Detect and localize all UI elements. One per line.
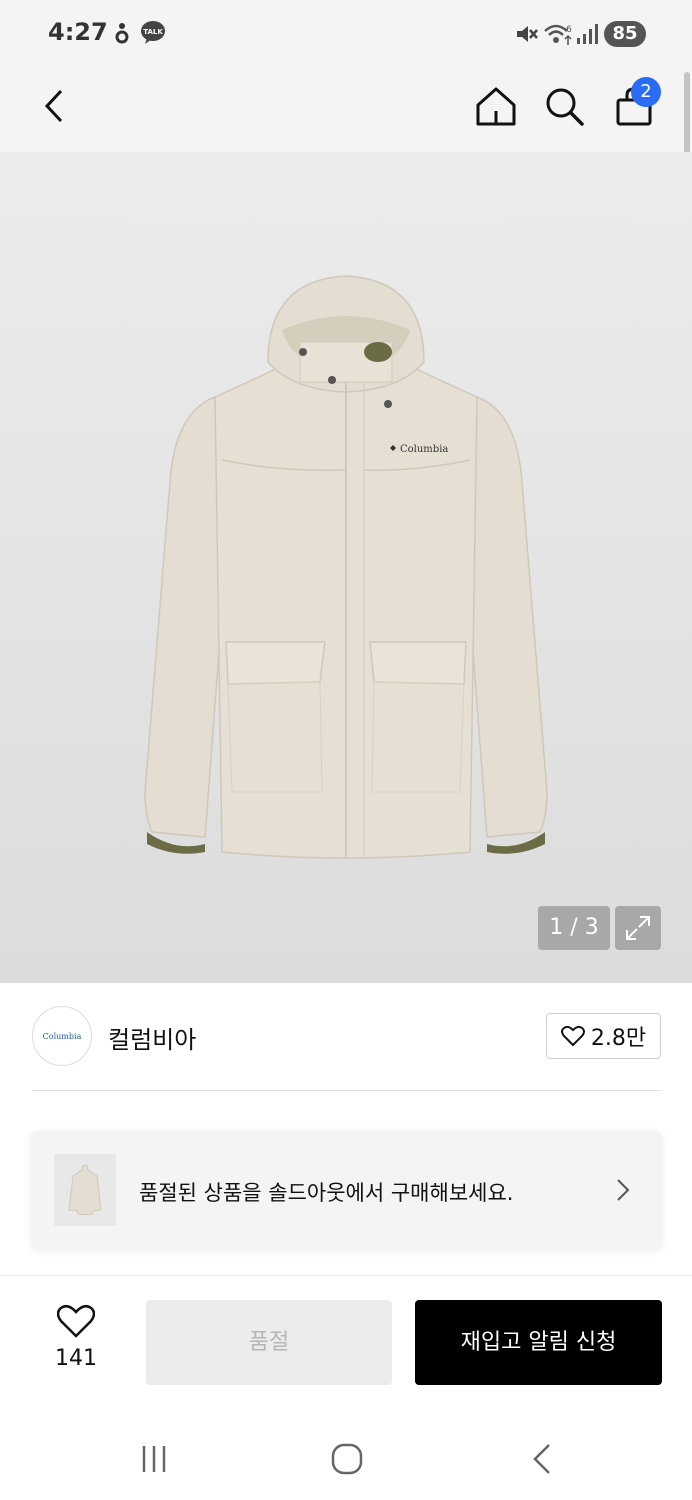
wishlist-button[interactable]: 141	[46, 1304, 106, 1371]
cart-count-badge: 2	[631, 77, 661, 107]
brand-name[interactable]: 컬럼비아	[108, 1020, 196, 1055]
kakaotalk-icon: TALK	[140, 20, 166, 50]
soldout-button: 품절	[146, 1300, 392, 1385]
expand-button[interactable]	[615, 906, 661, 950]
jacket-image: Columbia	[144, 275, 548, 859]
signal-icon	[576, 22, 598, 50]
battery-icon: 85	[604, 21, 646, 47]
scrollbar[interactable]	[684, 72, 690, 154]
back-nav-button[interactable]	[522, 1439, 562, 1479]
status-time: 4:27	[48, 18, 108, 46]
back-icon	[44, 89, 63, 123]
home-icon	[476, 87, 516, 126]
home-button[interactable]	[470, 80, 522, 132]
heart-icon	[56, 1304, 96, 1338]
notification-icon	[114, 20, 130, 50]
recent-apps-button[interactable]	[134, 1439, 174, 1479]
search-button[interactable]	[538, 80, 590, 132]
home-nav-button[interactable]	[327, 1439, 367, 1479]
home-circle-icon	[331, 1443, 363, 1475]
mute-icon	[514, 22, 538, 50]
divider	[32, 1090, 662, 1091]
search-icon	[546, 88, 584, 126]
jacket-logo: Columbia	[400, 444, 448, 455]
soldout-banner[interactable]: 품절된 상품을 솔드아웃에서 구매해보세요.	[31, 1131, 662, 1249]
svg-text:TALK: TALK	[143, 28, 163, 36]
svg-text:6: 6	[566, 25, 572, 35]
back-button[interactable]	[28, 80, 80, 132]
brand-like-count: 2.8만	[590, 1026, 647, 1051]
recent-apps-icon	[142, 1446, 166, 1472]
brand-logo-text: Columbia	[42, 1031, 82, 1041]
app-bar	[0, 68, 692, 152]
chevron-right-icon	[615, 1177, 631, 1207]
banner-thumbnail	[54, 1154, 116, 1226]
system-nav-bar	[0, 1415, 692, 1500]
image-counter: 1 / 3	[538, 906, 610, 950]
status-bar: 4:27 TALK 6 85	[0, 0, 692, 68]
banner-text: 품절된 상품을 솔드아웃에서 구매해보세요.	[139, 1181, 514, 1205]
heart-icon	[560, 1025, 585, 1047]
wishlist-count: 141	[55, 1346, 97, 1371]
back-icon	[533, 1444, 550, 1474]
product-image[interactable]: Columbia	[0, 152, 692, 983]
brand-like-button[interactable]: 2.8만	[546, 1013, 661, 1059]
restock-alert-button[interactable]: 재입고 알림 신청	[415, 1300, 662, 1385]
wifi-icon: 6	[543, 22, 573, 50]
expand-icon	[626, 916, 650, 940]
brand-logo[interactable]: Columbia	[32, 1006, 92, 1066]
